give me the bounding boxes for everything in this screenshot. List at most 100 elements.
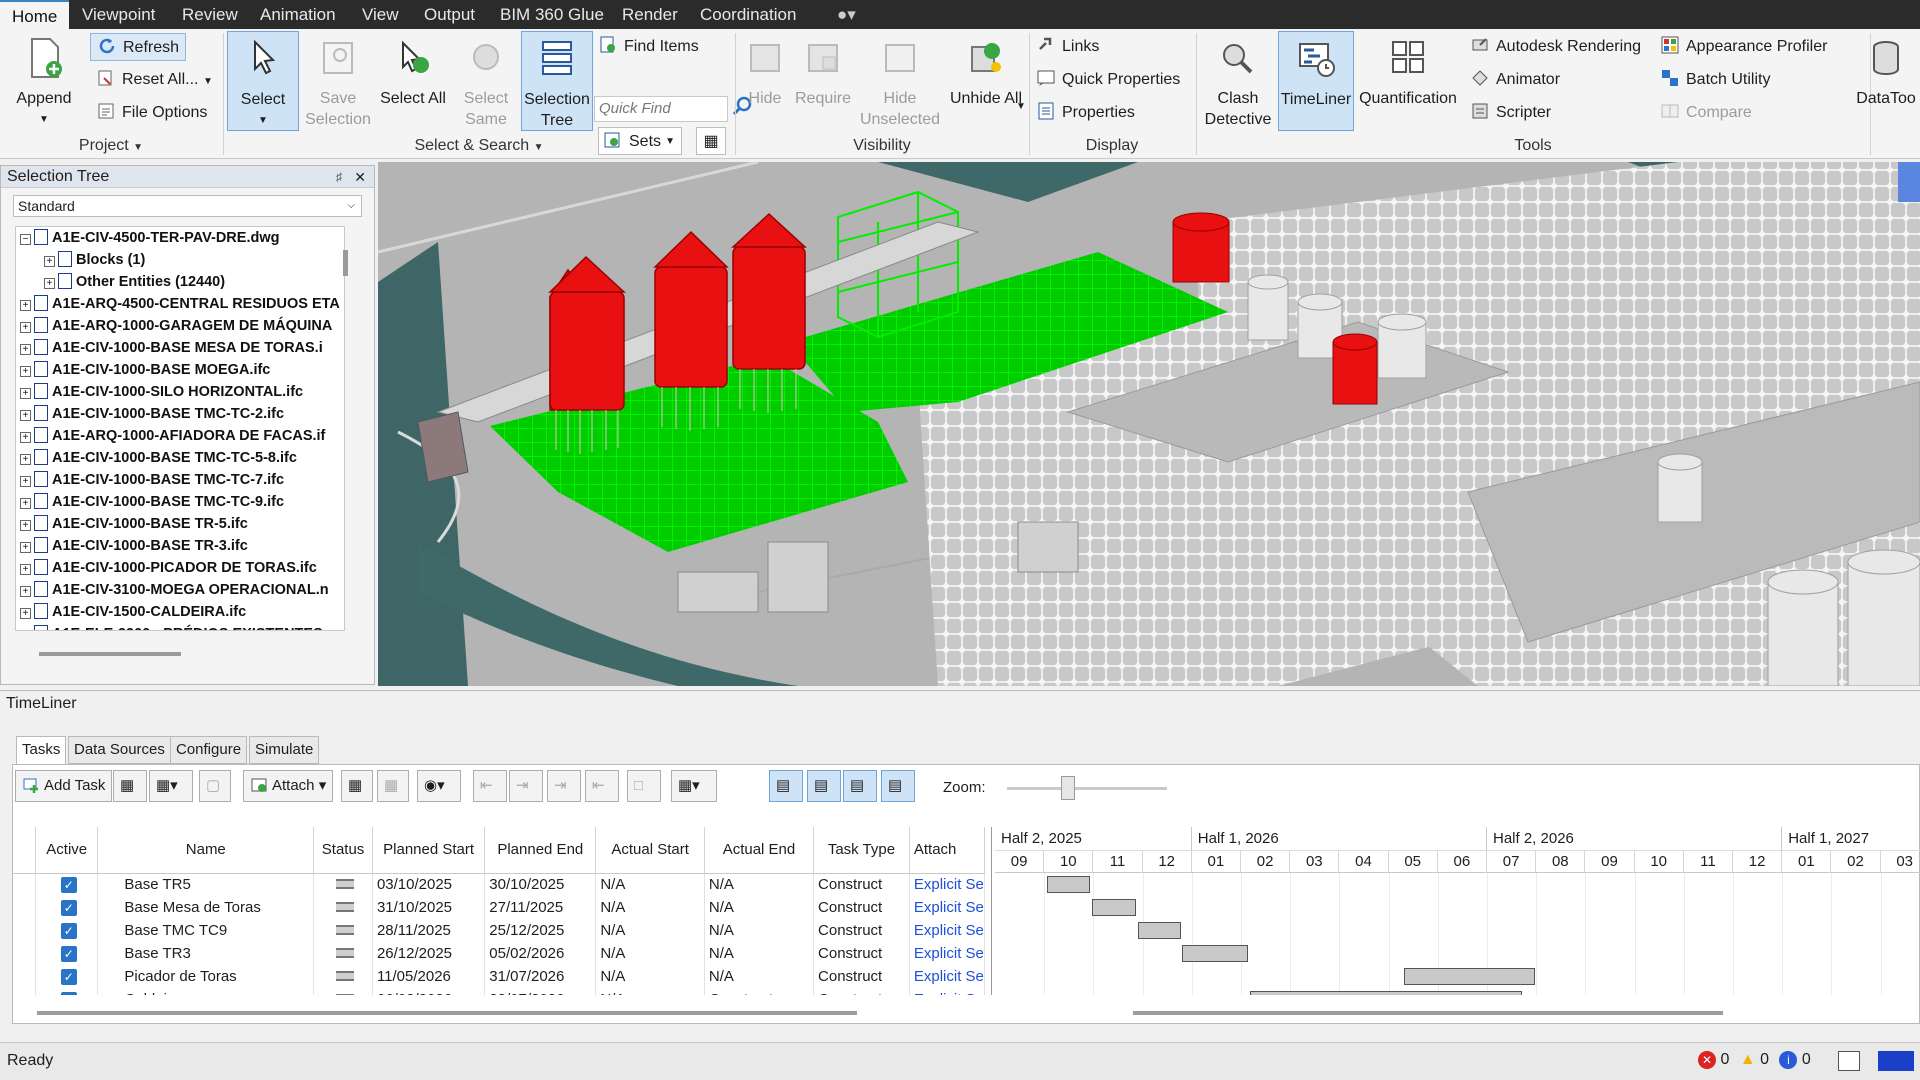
checkbox-checked-icon[interactable]: ✓ — [60, 900, 77, 916]
warning-icon[interactable]: ▲ — [1740, 1051, 1756, 1068]
expand-toggle-icon[interactable]: + — [20, 322, 31, 333]
checkbox-checked-icon[interactable]: ✓ — [60, 923, 77, 939]
file-options-button[interactable]: File Options — [96, 99, 207, 127]
select-search-group-label[interactable]: Select & Search ▼ — [224, 135, 734, 157]
unhide-all-button[interactable]: Unhide All — [948, 31, 1024, 131]
quick-properties-button[interactable]: Quick Properties — [1036, 66, 1180, 94]
active-checkbox[interactable]: ✓ — [35, 988, 99, 995]
error-icon[interactable]: ✕ — [1698, 1051, 1716, 1069]
info-icon[interactable]: i — [1779, 1051, 1798, 1069]
tree-item[interactable]: + Blocks (1) — [44, 249, 145, 271]
gantt-horizontal-scrollbar[interactable] — [1133, 1011, 1723, 1015]
tree-item[interactable]: + A1E-CIV-1000-BASE TR-3.ifc — [20, 535, 248, 557]
expand-toggle-icon[interactable]: + — [20, 344, 31, 355]
tree-mode-dropdown[interactable]: Standard ⌵ — [13, 195, 362, 217]
row-selector[interactable] — [13, 988, 37, 995]
tab-configure[interactable]: Configure — [170, 736, 248, 764]
menu-tab-viewpoint[interactable]: Viewpoint — [70, 0, 167, 29]
expand-toggle-icon[interactable]: + — [20, 564, 31, 575]
select-all-button[interactable]: Select All — [380, 31, 446, 131]
gantt-task-bar[interactable] — [1404, 968, 1535, 985]
attached-link-text[interactable]: Explicit Se — [914, 968, 984, 985]
show-planned-vs-actual-icon[interactable]: ▤ — [881, 770, 915, 802]
attached-link[interactable]: Explicit Se — [909, 965, 985, 988]
zoom-slider-track[interactable] — [1007, 787, 1167, 790]
active-checkbox[interactable]: ✓ — [35, 965, 99, 988]
delete-task-icon[interactable]: ▢ — [199, 770, 231, 802]
attached-link[interactable]: Explicit Se — [909, 896, 985, 919]
tree-item[interactable]: + A1E-ELE-9900 - PRÉDIOS EXISTENTES.r — [20, 623, 332, 631]
attached-link-text[interactable]: Explicit Se — [914, 922, 984, 939]
row-selector[interactable] — [13, 873, 37, 896]
gantt-task-bar[interactable] — [1137, 922, 1181, 939]
expand-toggle-icon[interactable]: + — [20, 586, 31, 597]
grid-horizontal-scrollbar[interactable] — [37, 1011, 857, 1015]
gantt-task-bar[interactable] — [1182, 945, 1249, 962]
tab-tasks[interactable]: Tasks — [16, 736, 67, 765]
select-button[interactable]: Select ▼ — [227, 31, 299, 131]
indent-icon[interactable]: ⇥ — [547, 770, 581, 802]
tree-item[interactable]: + A1E-ARQ-1000-AFIADORA DE FACAS.if — [20, 425, 325, 447]
tree-item[interactable]: + A1E-CIV-1000-SILO HORIZONTAL.ifc — [20, 381, 303, 403]
hide-button[interactable]: Hide — [742, 31, 788, 131]
row-selector[interactable] — [13, 919, 37, 942]
column-header-planned-start[interactable]: Planned Start — [372, 827, 486, 874]
find-items-button[interactable]: Find Items — [598, 33, 699, 61]
unhide-all-dropdown-icon[interactable]: ▼ — [1016, 101, 1026, 112]
expand-toggle-icon[interactable]: + — [20, 498, 31, 509]
add-task-button[interactable]: Add Task — [15, 770, 113, 802]
expand-toggle-icon[interactable]: + — [20, 630, 31, 631]
insert-task-icon[interactable]: ▦ — [113, 770, 147, 802]
move-down-icon[interactable]: ⇥ — [509, 770, 543, 802]
task-row[interactable]: ✓ Base TMC TC9 28/11/2025 25/12/2025 N/A N/A C… — [13, 919, 985, 942]
tree-item[interactable]: + A1E-CIV-1000-BASE TMC-TC-5-8.ifc — [20, 447, 297, 469]
column-header-attached[interactable]: Attach — [909, 827, 985, 874]
append-button[interactable]: Append ▼ — [4, 31, 84, 131]
attached-link-text[interactable]: Explicit Se — [914, 991, 984, 995]
row-selector[interactable] — [13, 965, 37, 988]
tree-horizontal-scrollbar[interactable] — [39, 652, 181, 656]
column-header-actual-end[interactable]: Actual End — [704, 827, 815, 874]
tree-vertical-scrollbar[interactable] — [343, 250, 348, 276]
tree-item[interactable]: + A1E-CIV-1000-BASE MESA DE TORAS.i — [20, 337, 323, 359]
attach-button[interactable]: Attach ▾ — [243, 770, 334, 802]
reset-all-button[interactable]: Reset All... ▼ — [96, 66, 213, 94]
task-row[interactable]: ✓ Caldeira 06/02/2026 23/07/2026 N/A Construc… — [13, 988, 985, 995]
select-same-button[interactable]: Select Same — [452, 31, 520, 131]
refresh-button[interactable]: Refresh — [90, 33, 187, 61]
save-selection-button[interactable]: Save Selection — [303, 31, 373, 131]
tree-item[interactable]: + A1E-CIV-1000-PICADOR DE TORAS.ifc — [20, 557, 317, 579]
auto-add-tasks-icon[interactable]: ▦▾ — [149, 770, 193, 802]
checkbox-checked-icon[interactable]: ✓ — [60, 877, 77, 894]
datatools-button[interactable]: DataToo — [1852, 31, 1920, 131]
menu-tab-render[interactable]: Render — [610, 0, 690, 29]
checkbox-checked-icon[interactable]: ✓ — [60, 992, 77, 995]
timeliner-button[interactable]: TimeLiner — [1278, 31, 1354, 131]
expand-toggle-icon[interactable]: − — [20, 234, 31, 245]
tree-item[interactable]: + A1E-ARQ-1000-GARAGEM DE MÁQUINA — [20, 315, 332, 337]
appearance-profiler-button[interactable]: Appearance Profiler — [1660, 33, 1827, 61]
columns-icon[interactable]: ▦▾ — [671, 770, 717, 802]
expand-toggle-icon[interactable]: + — [20, 608, 31, 619]
expand-toggle-icon[interactable]: + — [20, 366, 31, 377]
attached-link-text[interactable]: Explicit Se — [914, 945, 984, 962]
menu-tab-bim360[interactable]: BIM 360 Glue — [488, 0, 616, 29]
tab-simulate[interactable]: Simulate — [249, 736, 320, 764]
properties-panel-icon[interactable] — [1838, 1051, 1860, 1071]
expand-toggle-icon[interactable]: + — [20, 542, 31, 553]
attached-link-text[interactable]: Explicit Se — [914, 876, 984, 893]
show-actual-icon[interactable]: ▤ — [843, 770, 877, 802]
tree-item[interactable]: + A1E-CIV-1000-BASE TMC-TC-7.ifc — [20, 469, 284, 491]
active-checkbox[interactable]: ✓ — [35, 919, 99, 942]
attached-link[interactable]: Explicit Se — [909, 942, 985, 965]
autodesk-rendering-button[interactable]: Autodesk Rendering — [1470, 33, 1641, 61]
zoom-slider-thumb[interactable] — [1061, 776, 1075, 800]
pin-icon[interactable]: ♯ — [336, 166, 342, 188]
gantt-task-bar[interactable] — [1091, 899, 1137, 916]
tree-item[interactable]: + A1E-CIV-1500-CALDEIRA.ifc — [20, 601, 246, 623]
auto-attach-icon[interactable]: ▦ — [341, 770, 373, 802]
find-items-tl-icon[interactable]: ◉▾ — [417, 770, 461, 802]
clash-detective-button[interactable]: Clash Detective — [1202, 31, 1274, 131]
checkbox-checked-icon[interactable]: ✓ — [60, 946, 77, 962]
column-header-actual-start[interactable]: Actual Start — [595, 827, 705, 874]
